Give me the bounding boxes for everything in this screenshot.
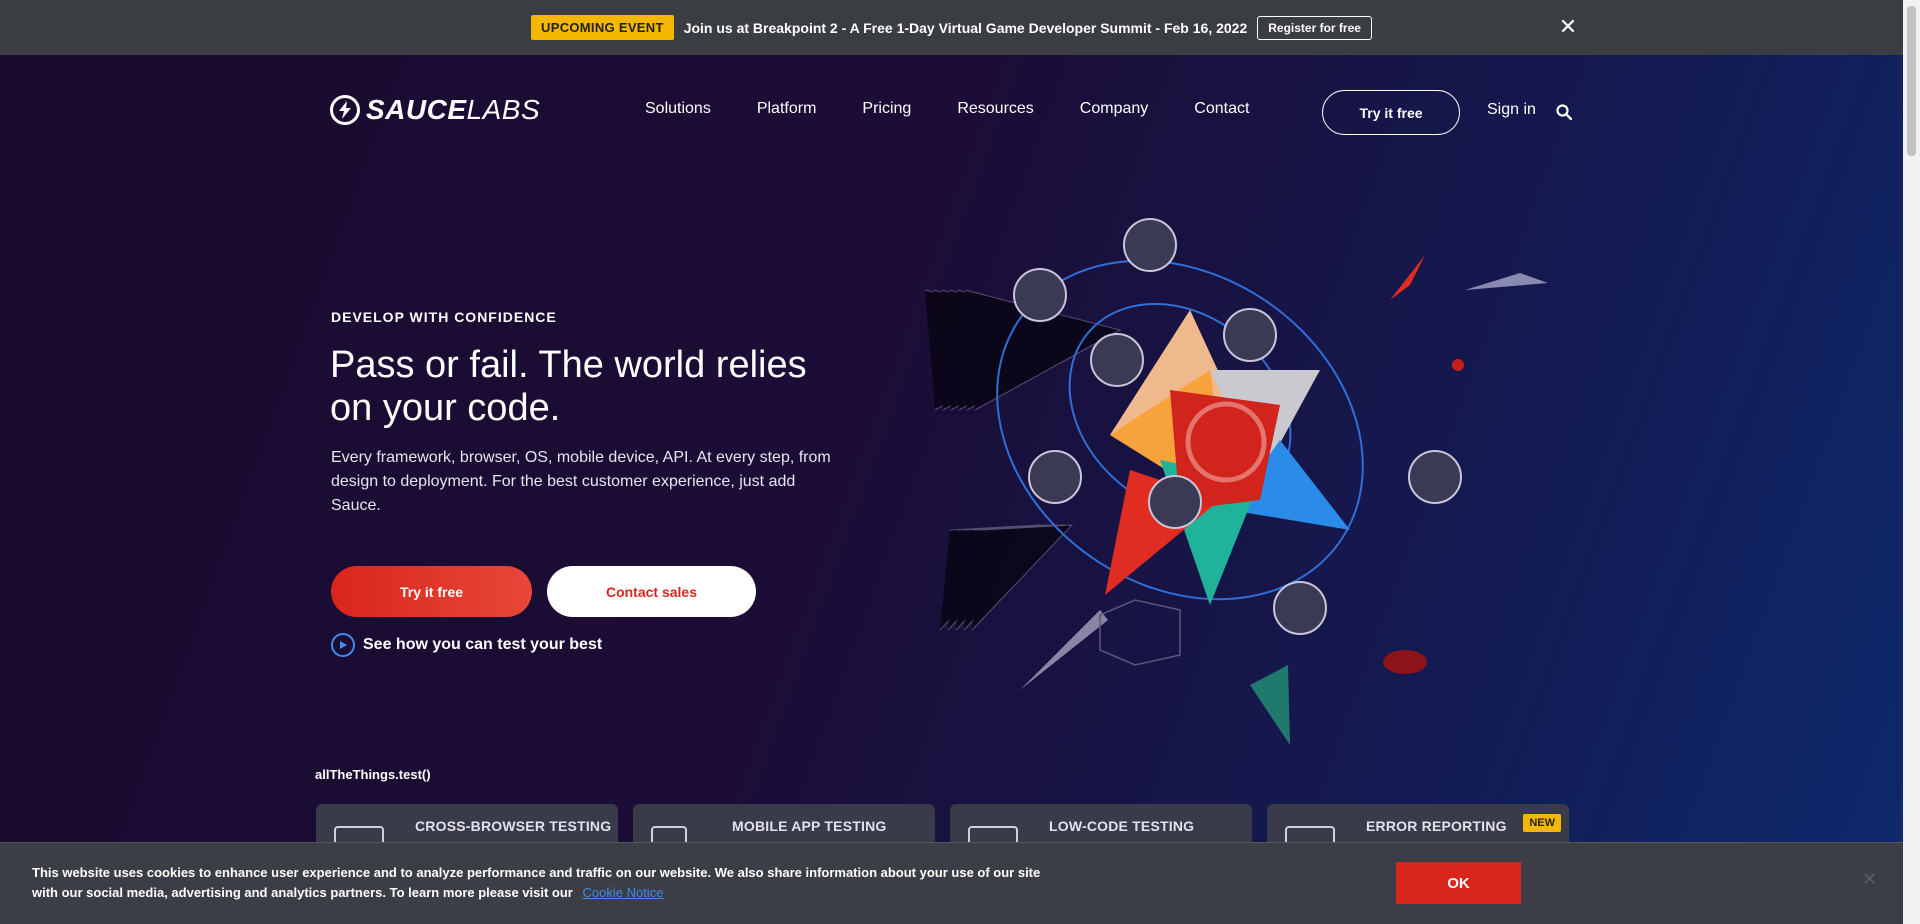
- nav-item-pricing[interactable]: Pricing: [862, 100, 911, 118]
- play-icon: [331, 633, 355, 657]
- nav-try-free-button[interactable]: Try it free: [1322, 90, 1460, 135]
- contact-sales-button[interactable]: Contact sales: [547, 566, 756, 617]
- nav-item-platform[interactable]: Platform: [757, 100, 817, 118]
- try-it-free-button[interactable]: Try it free: [331, 566, 532, 617]
- sign-in-link[interactable]: Sign in: [1487, 101, 1536, 119]
- things-label: allTheThings.test(): [315, 767, 431, 782]
- logo-word-sauce: SAUCE: [366, 94, 467, 125]
- search-icon[interactable]: [1556, 104, 1572, 120]
- scrollbar-thumb[interactable]: [1907, 6, 1916, 156]
- sauce-labs-logo[interactable]: SAUCELABS: [330, 94, 540, 126]
- cookie-notice-link[interactable]: Cookie Notice: [583, 885, 664, 900]
- page: UPCOMING EVENT Join us at Breakpoint 2 -…: [0, 0, 1903, 924]
- card-title: CROSS-BROWSER TESTING: [415, 818, 612, 834]
- cookie-close-icon[interactable]: ✕: [1862, 869, 1877, 890]
- dot-decoration: [1452, 359, 1464, 371]
- hero-description: Every framework, browser, OS, mobile dev…: [331, 449, 831, 514]
- close-icon[interactable]: ✕: [1556, 14, 1580, 39]
- logo-word-labs: LABS: [466, 94, 541, 125]
- nav-item-solutions[interactable]: Solutions: [645, 100, 711, 118]
- cookie-ok-button[interactable]: OK: [1396, 862, 1521, 904]
- hero-headline: Pass or fail. The world relies on your c…: [330, 344, 807, 429]
- dot-decoration: [1383, 650, 1427, 674]
- cookie-message: This website uses cookies to enhance use…: [32, 865, 1041, 900]
- new-badge: NEW: [1523, 814, 1561, 832]
- hero-illustration: [924, 218, 1548, 745]
- nav-item-company[interactable]: Company: [1080, 100, 1148, 118]
- register-button[interactable]: Register for free: [1257, 15, 1372, 40]
- cube-decoration: [1099, 599, 1181, 666]
- page-scrollbar[interactable]: [1903, 0, 1920, 924]
- cookie-banner: This website uses cookies to enhance use…: [0, 842, 1903, 924]
- card-title: ERROR REPORTING: [1366, 818, 1507, 834]
- upcoming-event-badge: UPCOMING EVENT: [531, 15, 674, 40]
- card-title: LOW-CODE TESTING: [1049, 818, 1195, 834]
- cookie-text-block: This website uses cookies to enhance use…: [32, 863, 1052, 903]
- main-nav: Solutions Platform Pricing Resources Com…: [645, 100, 1295, 118]
- watch-video-label: See how you can test your best: [363, 636, 603, 653]
- logo-bolt-icon: [330, 95, 360, 125]
- announcement-message: Join us at Breakpoint 2 - A Free 1-Day V…: [683, 19, 1248, 36]
- triangle-decoration: [1465, 273, 1548, 290]
- hero-eyebrow: DEVELOP WITH CONFIDENCE: [331, 309, 557, 325]
- logo-wordmark: SAUCELABS: [366, 94, 540, 126]
- triangle-decoration: [1250, 665, 1290, 745]
- line-pattern-decoration: [924, 289, 1122, 631]
- comet-decoration: [1020, 610, 1108, 690]
- card-title: MOBILE APP TESTING: [732, 818, 887, 834]
- triangle-decoration: [1390, 255, 1425, 300]
- nav-item-contact[interactable]: Contact: [1194, 100, 1249, 118]
- nav-item-resources[interactable]: Resources: [957, 100, 1033, 118]
- watch-video-link[interactable]: See how you can test your best: [331, 633, 602, 657]
- announcement-bar: UPCOMING EVENT Join us at Breakpoint 2 -…: [0, 0, 1903, 55]
